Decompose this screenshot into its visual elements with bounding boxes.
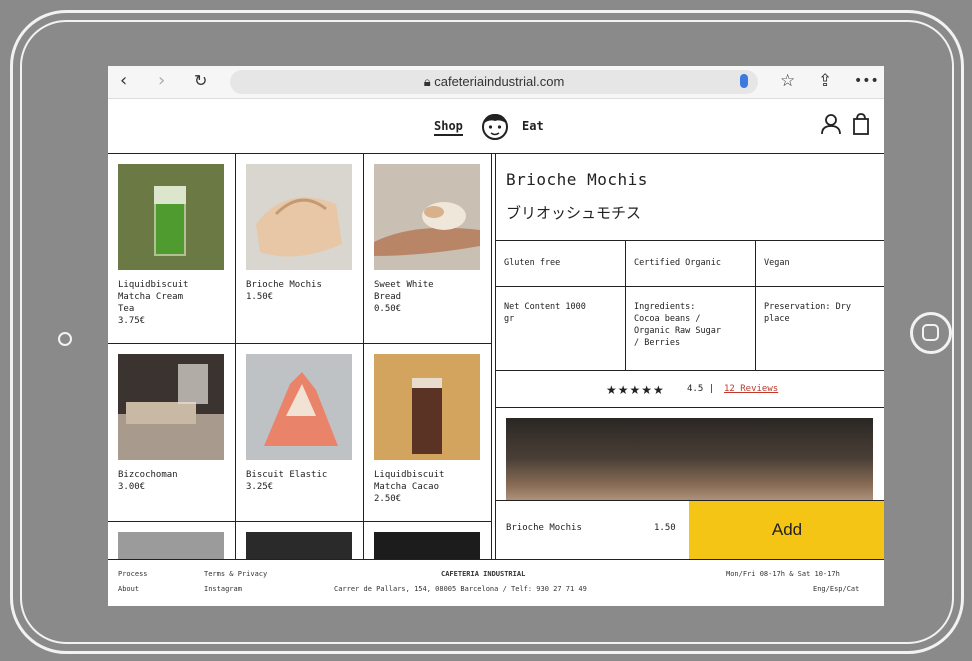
product-price: 3.00€ — [118, 482, 146, 492]
share-icon[interactable]: ⇪ — [818, 71, 832, 91]
product-image-biscuit-elastic — [246, 354, 352, 460]
product-image — [246, 532, 352, 559]
product-grid: Liquidbiscuit Matcha Cream Tea 3.75€ Bri… — [108, 154, 495, 559]
product-price: 1.50€ — [246, 292, 274, 302]
product-name: Bizcochoman 3.00€ — [118, 470, 178, 492]
product-image-matcha-cacao — [374, 354, 480, 460]
product-name: Sweet White Bread 0.50€ — [374, 280, 434, 314]
product-card[interactable]: Liquidbiscuit Matcha Cream Tea 3.75€ — [108, 154, 236, 344]
reload-icon[interactable]: ↻ — [194, 72, 207, 90]
back-icon[interactable]: ‹ — [120, 72, 127, 90]
rating-score: 4.5 | — [687, 384, 715, 394]
footer-address: Carrer de Pallars, 154, 08005 Barcelona … — [334, 585, 587, 593]
nav-shop[interactable]: Shop — [434, 119, 463, 136]
product-image-bizcochoman — [118, 354, 224, 460]
address-bar[interactable]: 🔒︎ cafeteriaindustrial.com — [230, 70, 758, 94]
product-card[interactable] — [108, 522, 236, 559]
product-image — [118, 532, 224, 559]
product-price: 0.50€ — [374, 304, 402, 314]
attr-gluten-free: Gluten free — [496, 240, 626, 286]
product-price: 2.50€ — [374, 494, 402, 504]
attr-preservation: Preservation: Dry place — [756, 286, 884, 370]
buy-product-name: Brioche Mochis — [506, 523, 582, 533]
detail-hero-image — [506, 418, 873, 508]
site-header: Shop Eat — [108, 99, 884, 154]
footer-link-terms[interactable]: Terms & Privacy — [204, 570, 267, 578]
product-price: 3.75€ — [118, 316, 146, 326]
home-button[interactable] — [910, 312, 952, 354]
browser-toolbar: ‹ › ↻ 🔒︎ cafeteriaindustrial.com ☆ ⇪ ••• — [108, 66, 884, 99]
camera-icon — [58, 332, 72, 346]
buy-product-price: 1.50 — [654, 523, 676, 533]
reviews-link[interactable]: 12 Reviews — [724, 384, 778, 394]
product-detail-panel: Brioche Mochis ブリオッシュモチス Gluten free Cer… — [495, 154, 884, 559]
forward-icon[interactable]: › — [158, 72, 165, 90]
mic-icon[interactable] — [740, 74, 748, 88]
more-icon[interactable]: ••• — [854, 71, 879, 91]
detail-title-japanese: ブリオッシュモチス — [506, 204, 642, 222]
footer-link-instagram[interactable]: Instagram — [204, 585, 242, 593]
footer-link-process[interactable]: Process — [118, 570, 148, 578]
url-text: 🔒︎ cafeteriaindustrial.com — [423, 74, 565, 89]
product-name: Liquidbiscuit Matcha Cacao 2.50€ — [374, 470, 445, 504]
detail-title: Brioche Mochis — [506, 170, 648, 189]
add-to-cart-button[interactable]: Add — [689, 501, 884, 559]
star-icon[interactable]: ☆ — [780, 71, 795, 91]
attr-certified-organic: Certified Organic — [626, 240, 756, 286]
site-footer: Process About Terms & Privacy Instagram … — [108, 559, 884, 606]
product-name: Biscuit Elastic 3.25€ — [246, 470, 328, 492]
product-card[interactable]: Sweet White Bread 0.50€ — [364, 154, 492, 344]
buy-bar: Brioche Mochis 1.50 Add — [496, 500, 884, 559]
product-card[interactable] — [364, 522, 492, 559]
footer-language-switch[interactable]: Eng/Esp/Cat — [813, 585, 859, 593]
tablet-screen: ‹ › ↻ 🔒︎ cafeteriaindustrial.com ☆ ⇪ •••… — [108, 66, 884, 606]
footer-brand: CAFETERIA INDUSTRIAL — [441, 570, 526, 578]
attr-net-content: Net Content 1000 gr — [496, 286, 626, 370]
cart-bag-icon[interactable] — [852, 113, 870, 135]
logo-face-icon[interactable] — [480, 111, 510, 141]
rating-row: ★★★★★ 4.5 | 12 Reviews — [496, 370, 884, 408]
product-card[interactable] — [236, 522, 364, 559]
product-price: 3.25€ — [246, 482, 274, 492]
product-card[interactable]: Biscuit Elastic 3.25€ — [236, 344, 364, 522]
attr-ingredients: Ingredients: Cocoa beans / Organic Raw S… — [626, 286, 756, 370]
product-image-brioche-mochis — [246, 164, 352, 270]
attr-vegan: Vegan — [756, 240, 884, 286]
product-name: Brioche Mochis 1.50€ — [246, 280, 322, 302]
product-card[interactable]: Brioche Mochis 1.50€ — [236, 154, 364, 344]
user-icon[interactable] — [820, 113, 842, 135]
rating-stars-icon: ★★★★★ — [606, 383, 665, 397]
product-card[interactable]: Bizcochoman 3.00€ — [108, 344, 236, 522]
footer-link-about[interactable]: About — [118, 585, 139, 593]
product-image-matcha-tea — [118, 164, 224, 270]
product-name: Liquidbiscuit Matcha Cream Tea 3.75€ — [118, 280, 189, 326]
footer-hours: Mon/Fri 08-17h & Sat 10-17h — [726, 570, 840, 578]
product-image — [374, 532, 480, 559]
product-image-sweet-white-bread — [374, 164, 480, 270]
product-card[interactable]: Liquidbiscuit Matcha Cacao 2.50€ — [364, 344, 492, 522]
nav-eat[interactable]: Eat — [522, 119, 544, 133]
